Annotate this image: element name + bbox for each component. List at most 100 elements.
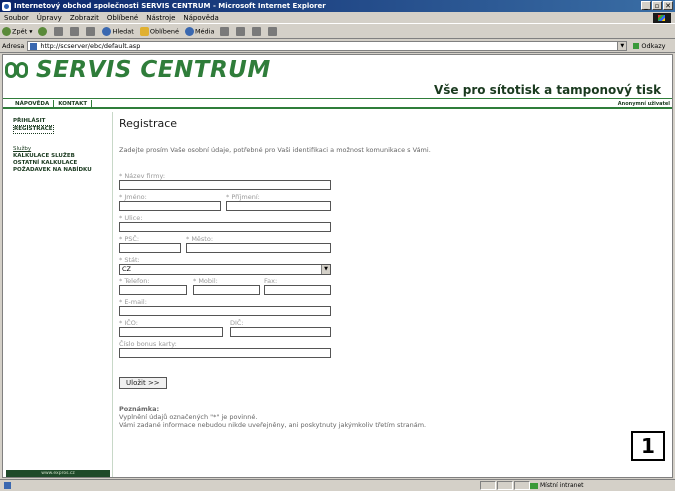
print-icon [252,27,262,36]
refresh-button[interactable] [70,27,80,36]
menu-file[interactable]: Soubor [4,14,29,22]
back-arrow-icon [2,27,11,36]
ico-label: * IČO: [119,319,138,327]
sidebar: PŘIHLÁSIT REGISTRACE Služby KALKULACE SL… [3,112,113,477]
city-field[interactable] [186,243,331,253]
sidebar-service-calc[interactable]: KALKULACE SLUŽEB [13,153,92,160]
windows-flag-icon [653,13,671,23]
zip-label: * PSČ: [119,235,140,243]
ie-icon [2,1,11,11]
nav-help[interactable]: NÁPOVĚDA [11,100,55,108]
status-cells [480,481,530,490]
menu-help[interactable]: Nápověda [183,14,218,22]
chevron-down-icon[interactable]: ▼ [321,265,330,274]
ico-field[interactable] [119,327,223,337]
home-icon [86,27,96,36]
note-line-required: Vyplnění údajů označených "*" je povinné… [119,413,258,421]
mail-icon [236,27,246,36]
page-title: Registrace [119,117,178,130]
links-button[interactable]: Odkazy [633,42,665,50]
slogan-wrap: Vše pro sítotisk a tamponový tisk [434,83,672,97]
forward-button[interactable] [38,27,48,36]
stop-icon [54,27,64,36]
save-button[interactable]: Uložit >> [119,377,167,389]
favorites-icon [139,27,149,36]
bonus-field[interactable] [119,348,331,358]
address-url: http://scserver/ebc/default.asp [40,42,141,50]
page-icon [30,42,38,50]
dic-field[interactable] [230,327,331,337]
email-label: * E-mail: [119,298,147,306]
history-button[interactable] [220,27,230,36]
search-icon [102,27,112,36]
country-value: CZ [122,265,131,273]
forward-arrow-icon [38,27,48,36]
favorites-button[interactable]: Oblíbené [139,27,179,36]
toolbar: Zpět ▾ Hledat Oblíbené Média [0,25,675,39]
site-navbar: NÁPOVĚDA KONTAKT Anonymní uživatel [3,98,672,109]
street-label: * Ulice: [119,214,143,222]
media-button[interactable]: Média [184,27,214,36]
dic-label: DIČ: [230,319,244,327]
sidebar-register[interactable]: REGISTRACE [13,125,54,134]
email-field[interactable] [119,306,331,316]
sidebar-footer[interactable]: www.expros.cz [6,470,110,477]
zone-label: Místní intranet [530,482,584,489]
fax-label: Fax: [264,277,278,285]
mail-button[interactable] [236,27,246,36]
sidebar-auth: PŘIHLÁSIT REGISTRACE [13,118,54,134]
menu-bar: Soubor Úpravy Zobrazit Oblíbené Nástroje… [0,12,675,24]
back-button[interactable]: Zpět ▾ [2,27,32,36]
nav-tabs: NÁPOVĚDA KONTAKT [11,100,93,108]
phone-field[interactable] [119,285,187,295]
site-slogan: Vše pro sítotisk a tamponový tisk [434,83,662,97]
menu-tools[interactable]: Nástroje [146,14,175,22]
media-icon [184,27,194,36]
address-input[interactable]: http://scserver/ebc/default.asp ▼ [27,41,628,51]
address-dropdown-icon[interactable]: ▼ [617,42,627,50]
close-button[interactable]: ✕ [663,1,673,10]
city-label: * Město: [186,235,214,243]
page-done-icon [4,482,11,489]
edit-icon [268,27,278,36]
window-titlebar: Internetový obchod společnosti SERVIS CE… [0,0,675,12]
last-name-field[interactable] [226,201,331,211]
site-logo[interactable]: SERVIS CENTRUM [5,57,271,83]
zip-field[interactable] [119,243,181,253]
edit-button[interactable] [268,27,278,36]
note-line-privacy: Vámi zadané informace nebudou nikde uveř… [119,421,427,429]
menu-favorites[interactable]: Oblíbené [107,14,138,22]
sidebar-login[interactable]: PŘIHLÁSIT [13,118,54,125]
first-name-field[interactable] [119,201,221,211]
mobile-field[interactable] [193,285,260,295]
minimize-button[interactable]: _ [641,1,651,10]
fax-field[interactable] [264,285,331,295]
last-name-label: * Příjmení: [226,193,260,201]
country-select[interactable]: CZ ▼ [119,264,331,275]
search-button[interactable]: Hledat [102,27,134,36]
stop-button[interactable] [54,27,64,36]
nav-contact[interactable]: KONTAKT [54,100,93,108]
menu-edit[interactable]: Úpravy [37,14,62,22]
sidebar-services-link[interactable]: Služby [13,146,92,153]
street-field[interactable] [119,222,331,232]
site-header: SERVIS CENTRUM Vše pro sítotisk a tampon… [3,55,672,97]
phone-label: * Telefon: [119,277,150,285]
menu-view[interactable]: Zobrazit [70,14,99,22]
print-button[interactable] [252,27,262,36]
mobile-label: * Mobil: [193,277,218,285]
page-viewport: SERVIS CENTRUM Vše pro sítotisk a tampon… [2,54,673,478]
maximize-button[interactable]: ▫ [652,1,662,10]
sidebar-services: Služby KALKULACE SLUŽEB OSTATNÍ KALKULAC… [13,146,92,174]
sidebar-other-calc[interactable]: OSTATNÍ KALKULACE [13,160,92,167]
note-title: Poznámka: [119,405,160,413]
first-name-label: * Jméno: [119,193,147,201]
address-label: Adresa [2,42,25,50]
form-intro: Zadejte prosím Vaše osobní údaje, potřeb… [119,146,431,154]
sidebar-offer-request[interactable]: POŽADAVEK NA NABÍDKU [13,167,92,174]
status-bar: Místní intranet [0,479,675,491]
callout-marker: 1 [631,431,665,461]
company-field[interactable] [119,180,331,190]
window-title: Internetový obchod společnosti SERVIS CE… [14,2,326,10]
home-button[interactable] [86,27,96,36]
